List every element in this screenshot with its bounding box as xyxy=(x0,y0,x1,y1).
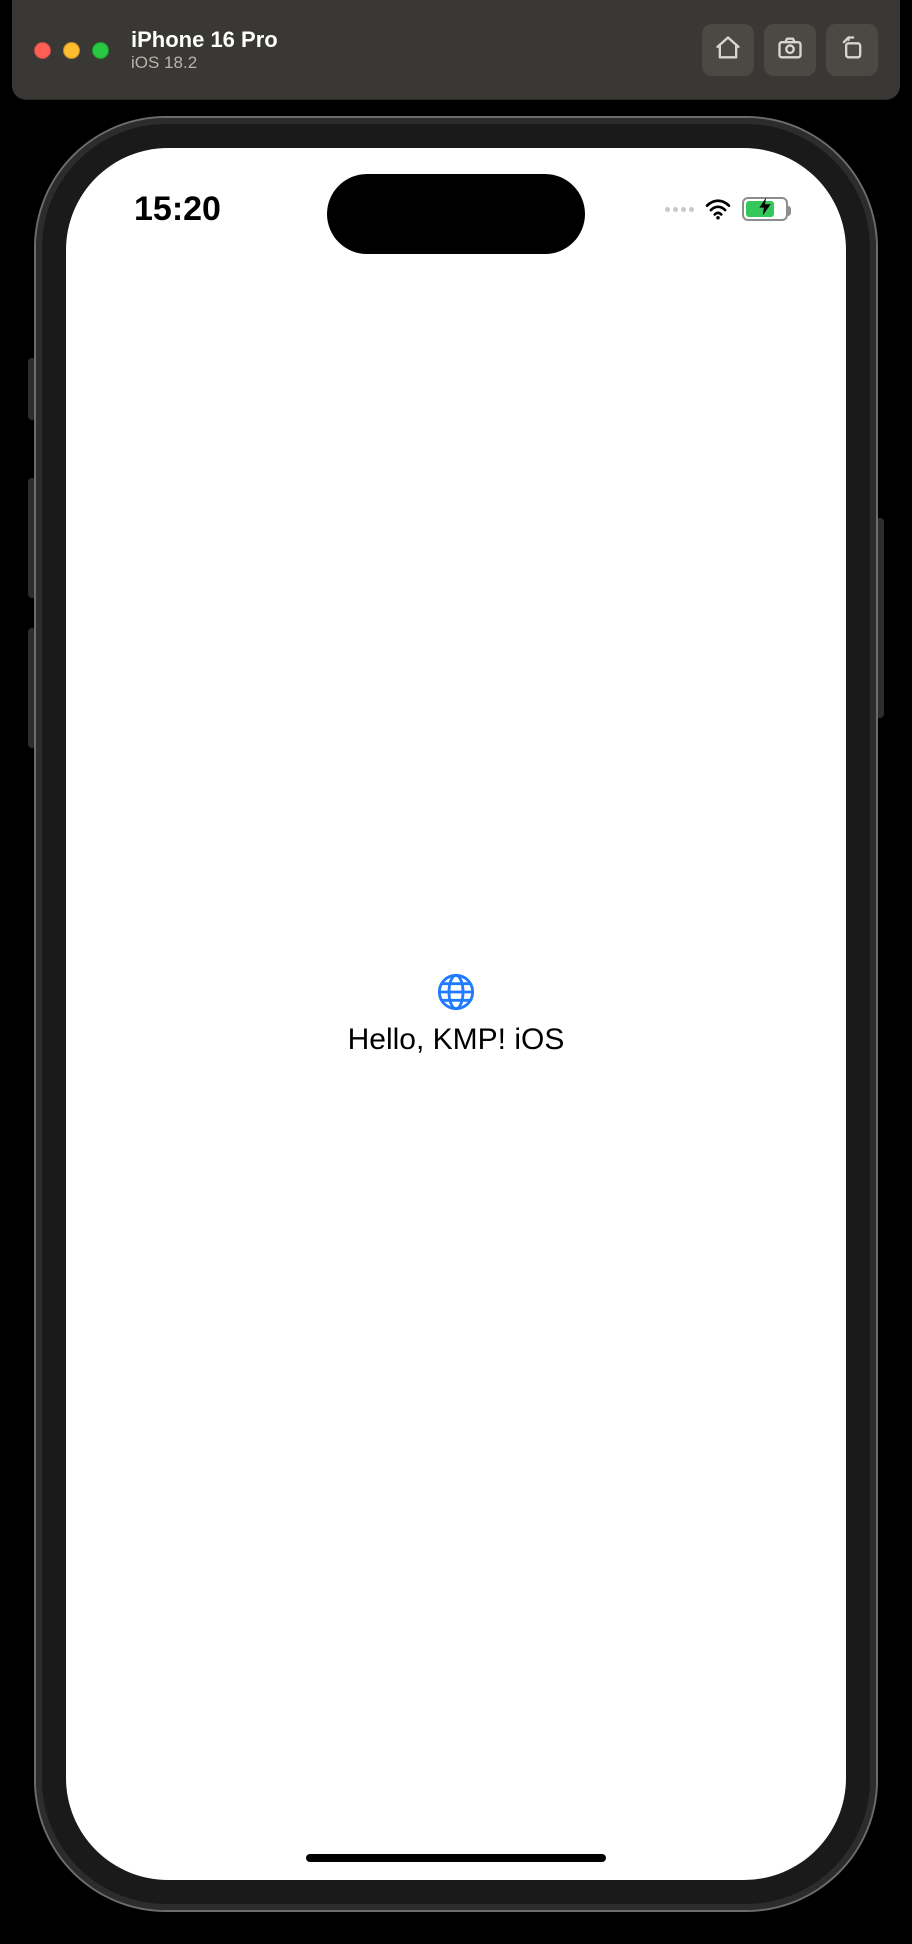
simulator-os-subtitle: iOS 18.2 xyxy=(131,53,278,73)
volume-up-button[interactable] xyxy=(28,478,36,598)
app-content: Hello, KMP! iOS xyxy=(66,148,846,1880)
window-traffic-lights xyxy=(34,42,109,59)
camera-icon xyxy=(776,34,804,67)
home-indicator[interactable] xyxy=(306,1854,606,1862)
share-icon xyxy=(838,34,866,67)
device-screen[interactable]: 15:20 xyxy=(66,148,846,1880)
globe-icon xyxy=(436,972,476,1017)
simulator-titlebar: iPhone 16 Pro iOS 18.2 xyxy=(12,0,900,100)
window-close-button[interactable] xyxy=(34,42,51,59)
device-body: 15:20 xyxy=(36,118,876,1910)
volume-down-button[interactable] xyxy=(28,628,36,748)
side-button[interactable] xyxy=(876,518,884,718)
greeting-text: Hello, KMP! iOS xyxy=(348,1023,565,1057)
device-frame: 15:20 xyxy=(36,118,876,1910)
action-button[interactable] xyxy=(28,358,36,420)
screenshot-button[interactable] xyxy=(764,24,816,76)
window-zoom-button[interactable] xyxy=(92,42,109,59)
home-button[interactable] xyxy=(702,24,754,76)
home-icon xyxy=(714,34,742,67)
window-minimize-button[interactable] xyxy=(63,42,80,59)
rotate-button[interactable] xyxy=(826,24,878,76)
simulator-device-title: iPhone 16 Pro xyxy=(131,27,278,53)
simulator-toolbar xyxy=(702,24,878,76)
simulator-title-block: iPhone 16 Pro iOS 18.2 xyxy=(131,27,278,73)
